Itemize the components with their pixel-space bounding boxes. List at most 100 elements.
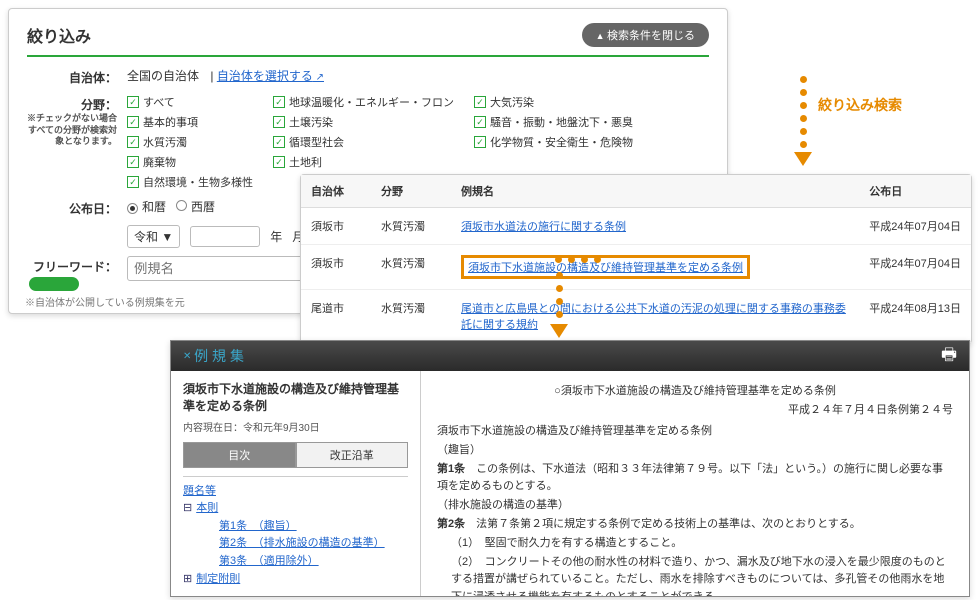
tab-history[interactable]: 改正沿革 (296, 442, 409, 468)
cell-muni: 須坂市 (301, 208, 371, 245)
category-checkbox[interactable]: ✓化学物質・安全衛生・危険物 (474, 134, 633, 150)
category-checkbox[interactable]: ✓大気汚染 (474, 94, 633, 110)
category-checkbox[interactable]: ✓ すべて (127, 94, 253, 110)
cell-cat: 水質汚濁 (371, 245, 451, 290)
doc-line: （趣旨） (437, 442, 953, 459)
year-input[interactable] (190, 226, 260, 247)
footer-note: ※自治体が公開している例規集を元 (25, 294, 185, 309)
checkbox-label: 土地利 (289, 154, 322, 170)
category-checkbox[interactable]: ✓ 土地利 (273, 154, 454, 170)
year-unit: 年 (270, 228, 282, 245)
detail-content: ○須坂市下水道施設の構造及び維持管理基準を定める条例 平成２４年７月４日条例第２… (421, 371, 969, 596)
toc-title-link[interactable]: 題名等 (183, 485, 216, 497)
cell-date: 平成24年08月13日 (859, 290, 971, 343)
toc-article-2[interactable]: 第2条 （排水施設の構造の基準） (183, 535, 408, 553)
tree-expand-icon[interactable]: ⊞ (183, 573, 192, 585)
cat-hint: ※チェックがない場合すべての分野が検索対象となります。 (27, 113, 117, 148)
close-filter-button[interactable]: 検索条件を閉じる (582, 23, 709, 47)
checkbox-icon: ✓ (273, 136, 285, 148)
cell-muni: 尾道市 (301, 290, 371, 343)
results-header-row: 自治体分野例規名公布日 (301, 175, 971, 208)
column-header: 分野 (371, 175, 451, 208)
category-checkbox[interactable]: ✓地球温暖化・エネルギー・フロン (273, 94, 454, 110)
checkbox-label: 水質汚濁 (143, 134, 187, 150)
annotation-label: 絞り込み検索 (818, 95, 902, 115)
cell-date: 平成24年07月04日 (859, 208, 971, 245)
detail-bar-title: 例 規 集 (183, 346, 244, 366)
radio-dot-icon (127, 203, 138, 214)
checkbox-icon: ✓ (127, 116, 139, 128)
column-header: 例規名 (451, 175, 859, 208)
result-link[interactable]: 須坂市下水道施設の構造及び維持管理基準を定める条例 (468, 262, 743, 274)
checkbox-icon: ✓ (273, 156, 285, 168)
doc-line: 平成２４年７月４日条例第２４号 (437, 402, 953, 419)
result-link[interactable]: 尾道市と広島県との間における公共下水道の汚泥の処理に関する事務の事務委託に関する… (461, 303, 846, 331)
checkbox-label: 基本的事項 (143, 114, 198, 130)
radio-wareki[interactable]: 和暦 (127, 198, 166, 215)
detail-left-pane: 須坂市下水道施設の構造及び維持管理基準を定める条例 内容現在日：令和元年9月30… (171, 371, 421, 596)
muni-body: 全国の自治体 | 自治体を選択する (127, 67, 709, 84)
tab-toc[interactable]: 目次 (183, 442, 296, 468)
radio-seireki[interactable]: 西暦 (176, 198, 215, 215)
era-select[interactable]: 令和 ▼ (127, 225, 180, 248)
print-icon[interactable]: 🖶 (941, 342, 957, 371)
annotation-arrow-mid (550, 272, 568, 338)
toc-article-3[interactable]: 第3条 （適用除外） (183, 553, 408, 571)
arrow-down-icon (550, 324, 568, 338)
annotation-arrow-top (794, 72, 812, 166)
checkbox-icon: ✓ (474, 116, 486, 128)
column-header: 自治体 (301, 175, 371, 208)
detail-asof: 内容現在日：令和元年9月30日 (183, 419, 408, 434)
doc-line: （2） コンクリートその他の耐水性の材料で造り、かつ、漏水及び地下水の浸入を最少… (437, 554, 953, 596)
result-link[interactable]: 須坂市水道法の施行に関する条例 (461, 221, 626, 233)
arrow-down-icon (794, 152, 812, 166)
detail-tabs: 目次 改正沿革 (183, 442, 408, 468)
detail-title: 須坂市下水道施設の構造及び維持管理基準を定める条例 (183, 381, 408, 415)
table-row: 須坂市水質汚濁 須坂市下水道施設の構造及び維持管理基準を定める条例 平成24年07月… (301, 245, 971, 290)
cell-cat: 水質汚濁 (371, 290, 451, 343)
toc-supp-link[interactable]: 制定附則 (196, 573, 240, 585)
annotation-dots-horizontal (555, 256, 601, 263)
select-muni-link[interactable]: 自治体を選択する (217, 69, 324, 83)
cell-name: 須坂市水道法の施行に関する条例 (451, 208, 859, 245)
category-checkbox[interactable]: ✓騒音・振動・地盤沈下・悪臭 (474, 114, 633, 130)
category-checkbox[interactable]: ✓ 自然環境・生物多様性 (127, 174, 253, 190)
kw-label: フリーワード： (27, 256, 127, 275)
column-header: 公布日 (859, 175, 971, 208)
filter-title: 絞り込み (27, 23, 91, 47)
table-row: 須坂市水質汚濁須坂市水道法の施行に関する条例平成24年07月04日 (301, 208, 971, 245)
category-checkbox[interactable]: ✓ 廃棄物 (127, 154, 253, 170)
filter-header: 絞り込み 検索条件を閉じる (27, 23, 709, 57)
category-checkbox[interactable]: ✓土壌汚染 (273, 114, 454, 130)
toc-main-link[interactable]: 本則 (196, 502, 218, 514)
checkbox-label: 廃棄物 (143, 154, 176, 170)
category-checkbox[interactable]: ✓ 基本的事項 (127, 114, 253, 130)
table-row: 尾道市水質汚濁尾道市と広島県との間における公共下水道の汚泥の処理に関する事務の事… (301, 290, 971, 343)
checkbox-icon: ✓ (127, 176, 139, 188)
search-button[interactable] (29, 277, 79, 291)
muni-all-text: 全国の自治体 (127, 69, 199, 83)
checkbox-icon: ✓ (474, 136, 486, 148)
category-checkbox[interactable]: ✓ 循環型社会 (273, 134, 454, 150)
checkbox-label: すべて (143, 94, 175, 110)
checkbox-label: 土壌汚染 (289, 114, 333, 130)
results-panel: 自治体分野例規名公布日 須坂市水質汚濁須坂市水道法の施行に関する条例平成24年0… (300, 174, 972, 344)
checkbox-label: 自然環境・生物多様性 (143, 174, 253, 190)
checkbox-icon: ✓ (127, 156, 139, 168)
doc-line: （1） 堅固で耐久力を有する構造とすること。 (437, 535, 953, 552)
toc: 題名等 ⊟ 本則 第1条 （趣旨） 第2条 （排水施設の構造の基準） 第3条 （適… (183, 476, 408, 589)
toc-article-1[interactable]: 第1条 （趣旨） (183, 518, 408, 536)
cell-name: 尾道市と広島県との間における公共下水道の汚泥の処理に関する事務の事務委託に関する… (451, 290, 859, 343)
cell-name: 須坂市下水道施設の構造及び維持管理基準を定める条例 (451, 245, 859, 290)
category-checkbox[interactable]: ✓水質汚濁 (127, 134, 253, 150)
tree-collapse-icon[interactable]: ⊟ (183, 502, 192, 514)
checkbox-label: 地球温暖化・エネルギー・フロン (289, 94, 454, 110)
cat-label-col: 分野： ※チェックがない場合すべての分野が検索対象となります。 (27, 94, 127, 148)
checkbox-icon: ✓ (127, 96, 139, 108)
cell-date: 平成24年07月04日 (859, 245, 971, 290)
cat-label: 分野： (81, 98, 117, 112)
checkbox-label: 循環型社会 (289, 134, 344, 150)
doc-line: （排水施設の構造の基準） (437, 497, 953, 514)
cell-muni: 須坂市 (301, 245, 371, 290)
doc-line: 第2条 法第７条第２項に規定する条例で定める技術上の基準は、次のとおりとする。 (437, 516, 953, 533)
